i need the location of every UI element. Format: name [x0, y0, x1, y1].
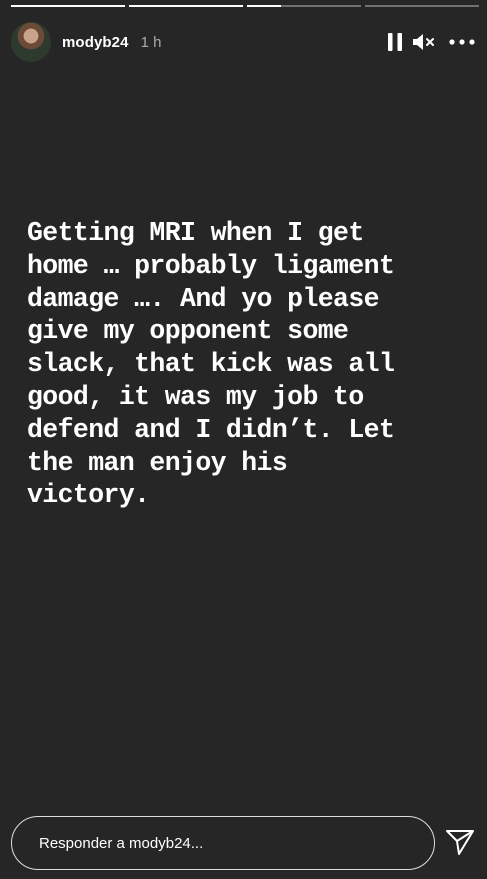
story-text: Getting MRI when I get home … probably l… — [27, 218, 395, 511]
progress-fill — [247, 5, 282, 7]
avatar[interactable] — [11, 22, 51, 62]
username[interactable]: modyb24 — [62, 34, 129, 51]
reply-box[interactable] — [11, 816, 435, 870]
reply-input[interactable] — [39, 834, 399, 852]
story-progress-bar — [11, 5, 479, 7]
paper-plane-icon[interactable] — [444, 826, 476, 858]
post-time: 1 h — [140, 33, 162, 51]
story-header: modyb24 1 h — [11, 22, 477, 62]
speaker-muted-icon[interactable] — [411, 30, 437, 54]
progress-segment — [129, 5, 243, 7]
progress-fill — [11, 5, 125, 7]
progress-segment — [11, 5, 125, 7]
pause-icon[interactable] — [385, 30, 405, 54]
progress-segment — [365, 5, 479, 7]
more-options-icon[interactable] — [447, 30, 477, 54]
progress-fill — [129, 5, 243, 7]
progress-segment — [247, 5, 361, 7]
